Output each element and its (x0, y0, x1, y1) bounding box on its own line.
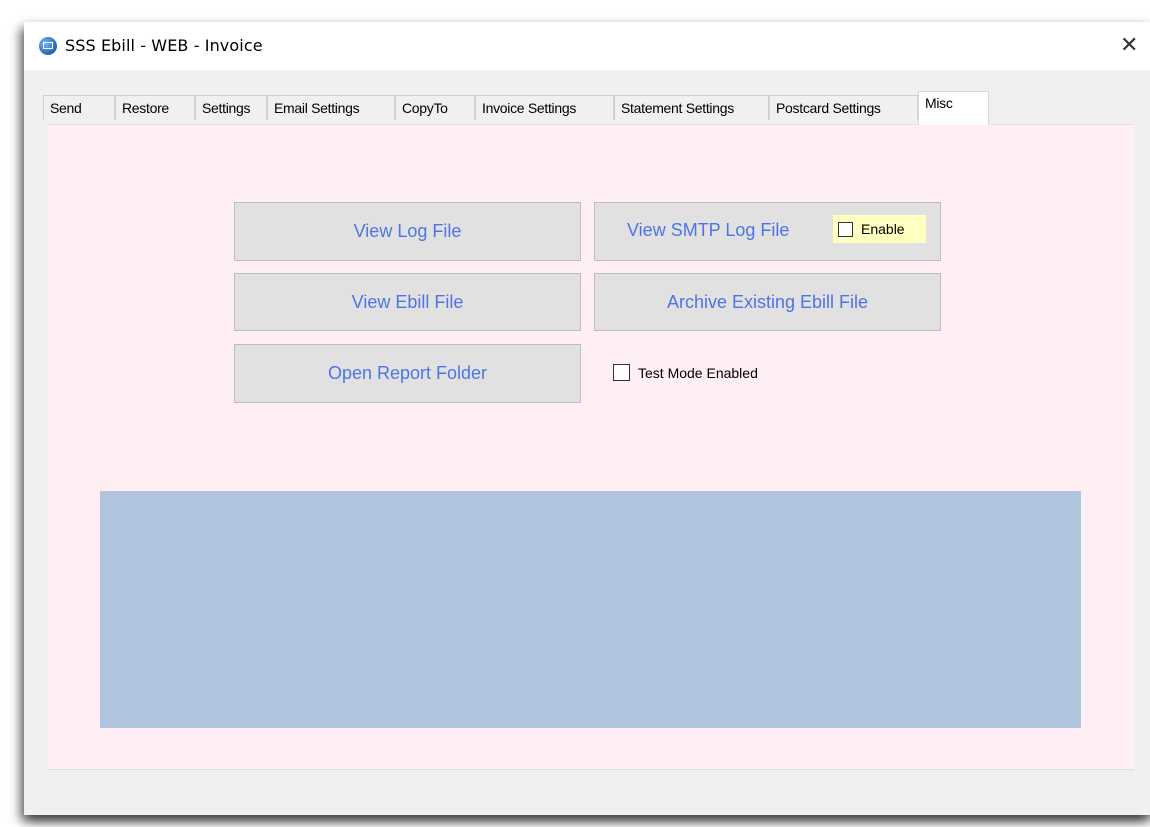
title-bar[interactable]: SSS Ebill - WEB - Invoice ✕ (24, 22, 1150, 70)
tab-label: Statement Settings (621, 100, 734, 116)
test-mode-label: Test Mode Enabled (638, 364, 758, 381)
status-bar (48, 769, 1134, 815)
button-label: View Log File (353, 221, 462, 241)
tab-statement-settings[interactable]: Statement Settings (614, 95, 769, 120)
tab-label: Misc (925, 95, 953, 111)
button-label: View SMTP Log File (627, 220, 790, 240)
tab-label: Invoice Settings (482, 100, 577, 116)
tab-send[interactable]: Send (43, 95, 115, 120)
open-report-folder-button[interactable]: Open Report Folder (234, 344, 581, 403)
tab-strip: Send Restore Settings Email Settings Cop… (24, 70, 1150, 125)
button-label: Open Report Folder (327, 363, 488, 383)
tab-label: Send (50, 100, 82, 116)
tab-misc[interactable]: Misc (918, 91, 989, 125)
tab-label: Postcard Settings (776, 100, 881, 116)
smtp-enable-checkbox-group[interactable]: Enable (833, 215, 926, 243)
tab-label: CopyTo (402, 100, 448, 116)
archive-existing-ebill-file-button[interactable]: Archive Existing Ebill File (594, 273, 941, 331)
test-mode-checkbox-group[interactable]: Test Mode Enabled (613, 364, 758, 381)
tab-copyto[interactable]: CopyTo (395, 95, 475, 120)
button-label: Archive Existing Ebill File (666, 292, 869, 312)
tab-label: Email Settings (274, 100, 360, 116)
smtp-enable-label: Enable (861, 221, 905, 237)
tab-restore[interactable]: Restore (115, 95, 195, 120)
app-mail-icon (39, 37, 57, 55)
test-mode-checkbox[interactable] (613, 364, 630, 381)
output-area (100, 491, 1081, 728)
window-title: SSS Ebill - WEB - Invoice (65, 36, 263, 55)
view-log-file-button[interactable]: View Log File (234, 202, 581, 261)
tab-label: Settings (202, 100, 251, 116)
app-window: SSS Ebill - WEB - Invoice ✕ Send Restore… (24, 22, 1150, 815)
tab-email-settings[interactable]: Email Settings (267, 95, 395, 120)
screen: SSS Ebill - WEB - Invoice ✕ Send Restore… (0, 0, 1150, 827)
tab-postcard-settings[interactable]: Postcard Settings (769, 95, 918, 120)
smtp-enable-checkbox[interactable] (838, 221, 853, 237)
button-label: View Ebill File (351, 292, 464, 312)
tab-invoice-settings[interactable]: Invoice Settings (475, 95, 614, 120)
view-ebill-file-button[interactable]: View Ebill File (234, 273, 581, 331)
view-smtp-log-file-button[interactable]: View SMTP Log File Enable (594, 202, 941, 261)
tab-label: Restore (122, 100, 169, 116)
close-button[interactable]: ✕ (1120, 30, 1150, 62)
misc-tab-panel: View Log File View SMTP Log File Enable … (48, 124, 1134, 769)
tab-settings[interactable]: Settings (195, 95, 267, 120)
